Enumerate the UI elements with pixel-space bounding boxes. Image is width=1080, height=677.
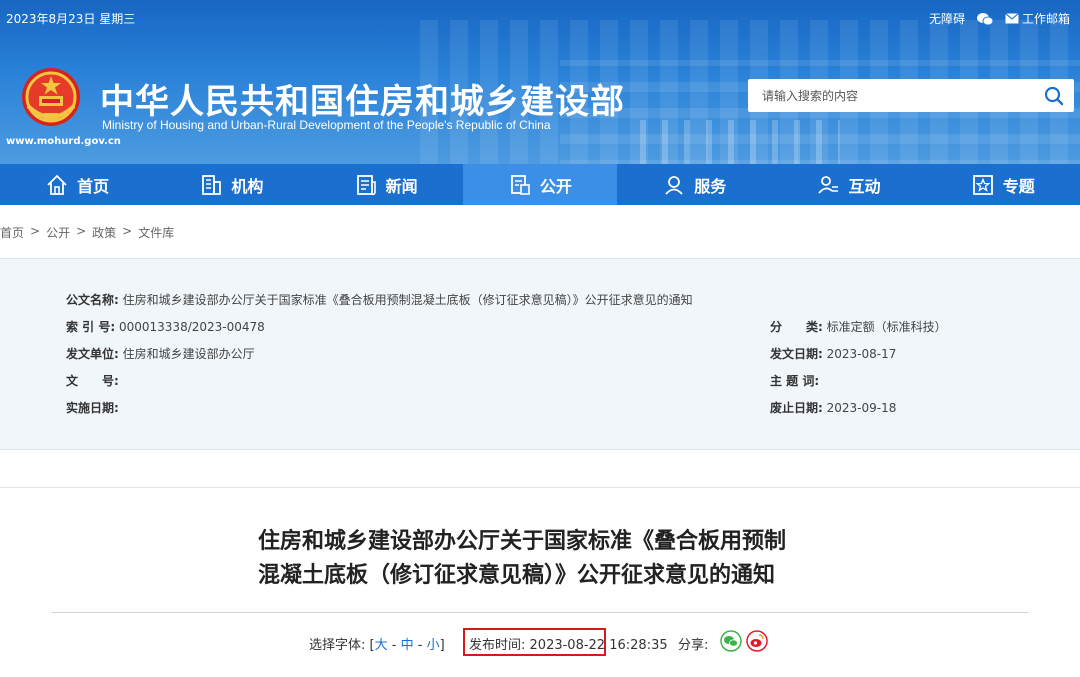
site-url: www.mohurd.gov.cn [6,136,121,147]
info-date-key: 发文日期: [770,347,823,361]
article-meta: 选择字体: [大 - 中 - 小] 发布时间: 2023-08-22 16:28… [0,628,1080,656]
work-mail-link[interactable]: 工作邮箱 [1005,10,1070,27]
info-issuer-value: 住房和城乡建设部办公厅 [122,347,255,361]
info-impl-key: 实施日期: [66,401,119,415]
nav-organization[interactable]: 机构 [154,164,308,205]
nav-public-label: 公开 [539,176,572,196]
home-icon [47,174,67,195]
info-row-issuer: 发文单位: 住房和城乡建设部办公厅 [66,345,255,362]
font-size-selector: 选择字体: [大 - 中 - 小] [309,634,445,653]
accessibility-link[interactable]: 无障碍 [929,10,965,27]
font-medium-link[interactable]: 中 [401,638,414,653]
font-size-label: 选择字体: [309,638,366,653]
info-index-value: 000013338/2023-00478 [118,320,265,334]
font-bracket-close: ] [439,638,445,653]
site-title: 中华人民共和国住房和城乡建设部 [100,82,625,122]
work-mail-label: 工作邮箱 [1021,12,1070,26]
wechat-topbar-button[interactable] [976,12,993,26]
info-row-docno: 文 号: [66,372,119,389]
mail-icon [1005,13,1019,24]
info-date-value: 2023-08-17 [826,347,897,361]
nav-topics[interactable]: 专题 [926,164,1080,205]
publish-time-label: 发布时间: [469,638,526,653]
font-small-link[interactable]: 小 [427,638,440,653]
wechat-icon [976,12,993,25]
breadcrumb-home[interactable]: 首页 [0,224,24,241]
article-title-line-1: 住房和城乡建设部办公厅关于国家标准《叠合板用预制 [258,529,787,554]
wechat-share-icon[interactable] [720,630,742,652]
breadcrumb-policy[interactable]: 政策 [92,224,116,241]
weibo-share-icon[interactable] [746,630,768,652]
info-category-key: 分 类: [770,320,823,334]
current-date: 2023年8月23日 星期三 [6,12,136,26]
nav-home-label: 首页 [77,176,110,196]
building-icon [202,174,222,195]
nav-service[interactable]: 服务 [617,164,771,205]
info-expire-value: 2023-09-18 [826,401,897,415]
nav-interact[interactable]: 互动 [771,164,925,205]
nav-news[interactable]: 新闻 [309,164,463,205]
nav-news-label: 新闻 [385,176,418,196]
breadcrumb: 首页 > 公开 > 政策 > 文件库 [0,224,175,241]
breadcrumb-public[interactable]: 公开 [46,224,70,241]
nav-organization-label: 机构 [231,176,264,196]
nav-home[interactable]: 首页 [0,164,154,205]
info-subject-key: 主 题 词: [770,374,820,388]
info-row-name: 公文名称: 住房和城乡建设部办公厅关于国家标准《叠合板用预制混凝土底板（修订征求… [66,291,693,308]
search-box [748,79,1074,112]
nav-interact-label: 互动 [848,176,881,196]
info-row-date: 发文日期: 2023-08-17 [770,345,896,362]
topbar-links: 无障碍 工作邮箱 [929,10,1070,27]
service-icon [665,175,683,195]
star-icon [972,174,993,195]
search-input[interactable] [748,79,1028,112]
info-name-key: 公文名称: [66,293,119,307]
header-banner: 2023年8月23日 星期三 无障碍 工作邮箱 www.mohurd.gov.c… [0,0,1080,164]
nav-public[interactable]: 公开 [462,164,618,205]
site-subtitle: Ministry of Housing and Urban-Rural Deve… [102,118,551,132]
font-large-link[interactable]: 大 [375,638,388,653]
info-docno-key: 文 号: [66,374,119,388]
info-index-key: 索 引 号: [66,320,116,334]
breadcrumb-library[interactable]: 文件库 [138,224,174,241]
page: 2023年8月23日 星期三 无障碍 工作邮箱 www.mohurd.gov.c… [0,0,1080,677]
nav-service-label: 服务 [694,176,727,196]
interact-icon [818,175,839,194]
title-divider [52,612,1028,613]
document-icon [511,174,530,195]
document-info-box: 公文名称: 住房和城乡建设部办公厅关于国家标准《叠合板用预制混凝土底板（修订征求… [0,258,1080,450]
info-row-expire: 废止日期: 2023-09-18 [770,399,896,416]
info-row-impl: 实施日期: [66,399,119,416]
info-category-value: 标准定额（标准科技） [826,320,947,334]
national-emblem-icon [22,68,80,126]
article-title: 住房和城乡建设部办公厅关于国家标准《叠合板用预制 混凝土底板（修订征求意见稿）》… [258,525,838,593]
font-sep-2: - [413,638,427,653]
publish-date: 2023-08-22 [529,638,606,653]
info-issuer-key: 发文单位: [66,347,119,361]
info-row-index: 索 引 号: 000013338/2023-00478 [66,318,265,335]
font-sep-1: - [387,638,401,653]
main-nav: 首页 机构 新闻 公开 服务 互动 专题 [0,164,1080,205]
share-label: 分享: [678,638,709,653]
banner-building-columns [640,120,840,164]
info-row-category: 分 类: 标准定额（标准科技） [770,318,947,335]
search-icon[interactable] [1042,84,1066,108]
info-row-subject: 主 题 词: [770,372,819,389]
nav-topics-label: 专题 [1002,176,1035,196]
publish-time: 发布时间: 2023-08-22 16:28:35 [469,634,668,653]
publish-clock: 16:28:35 [609,638,668,653]
section-divider [0,487,1080,488]
info-expire-key: 废止日期: [770,401,823,415]
article-title-line-2: 混凝土底板（修订征求意见稿）》公开征求意见的通知 [258,563,776,588]
news-icon [356,174,376,195]
info-name-value: 住房和城乡建设部办公厅关于国家标准《叠合板用预制混凝土底板（修订征求意见稿）》公… [122,293,693,307]
